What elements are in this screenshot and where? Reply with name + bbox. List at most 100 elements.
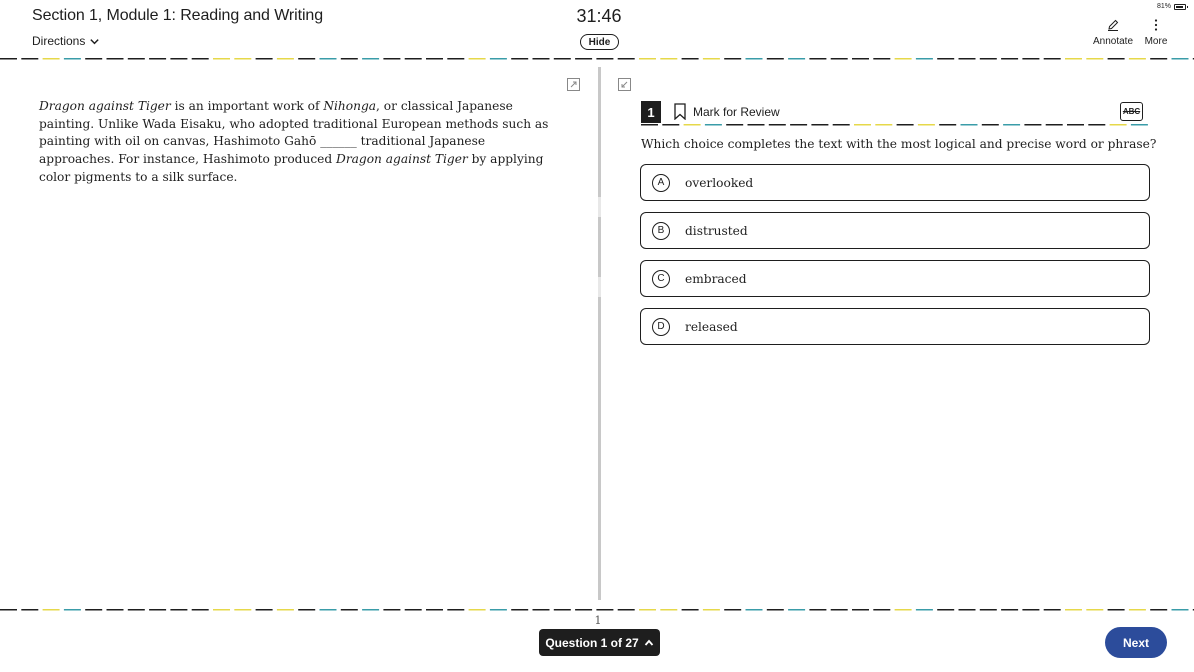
dash-segment: [426, 58, 443, 60]
battery-percent: 81%: [1156, 3, 1171, 10]
question-number: 1: [641, 101, 661, 123]
dash-segment: [191, 609, 209, 611]
dash-segment: [939, 124, 957, 126]
dash-segment: [127, 58, 145, 60]
answer-choice-c[interactable]: C embraced: [640, 260, 1150, 297]
choice-text: distrusted: [685, 223, 748, 238]
dash-segment: [1086, 609, 1104, 611]
dash-segment: [426, 609, 443, 611]
dash-segment: [63, 609, 81, 611]
directions-label: Directions: [32, 34, 86, 48]
dash-segment: [917, 124, 935, 126]
dash-segment: [191, 58, 209, 60]
mark-for-review-button[interactable]: Mark for Review: [673, 103, 780, 120]
dash-segment: [0, 58, 17, 60]
dash-segment: [489, 609, 507, 611]
next-button[interactable]: Next: [1105, 627, 1167, 658]
chevron-up-icon: [644, 639, 653, 646]
dash-segment: [383, 58, 401, 60]
choice-text: released: [685, 319, 738, 334]
dash-segment: [362, 58, 380, 60]
dash-segment: [532, 58, 550, 60]
dash-segment: [1001, 609, 1019, 611]
dash-segment: [85, 58, 103, 60]
choice-letter: C: [652, 269, 670, 288]
dash-segment: [875, 124, 893, 126]
dash-segment: [340, 58, 358, 60]
dash-segment: [149, 609, 167, 611]
dash-segment: [319, 58, 337, 60]
bookmark-icon: [674, 103, 686, 120]
dash-segment: [617, 58, 635, 60]
dash-segment: [596, 609, 614, 611]
dash-segment: [724, 58, 742, 60]
dash-segment: [1171, 58, 1189, 60]
pane-resize-divider[interactable]: [598, 67, 601, 600]
exam-header: Section 1, Module 1: Reading and Writing…: [0, 0, 1194, 60]
dash-segment: [404, 58, 422, 60]
dash-segment: [704, 124, 722, 126]
dash-segment: [873, 58, 891, 60]
mark-for-review-label: Mark for Review: [693, 104, 780, 119]
dash-segment: [447, 58, 465, 60]
dash-segment: [702, 58, 720, 60]
dash-segment: [213, 609, 230, 611]
dash-segment: [809, 58, 827, 60]
answer-choice-d[interactable]: D released: [640, 308, 1150, 345]
dash-segment: [213, 58, 230, 60]
dash-segment: [106, 609, 124, 611]
answer-choice-a[interactable]: A overlooked: [640, 164, 1150, 201]
dash-segment: [702, 609, 720, 611]
question-prompt: Which choice completes the text with the…: [641, 137, 1157, 151]
dash-segment: [958, 609, 976, 611]
dash-segment: [960, 124, 978, 126]
dash-segment: [937, 58, 955, 60]
dash-segment: [42, 609, 60, 611]
dash-segment: [276, 609, 294, 611]
dash-segment: [404, 609, 422, 611]
dash-segment: [63, 58, 81, 60]
dash-segment: [683, 124, 701, 126]
dash-segment: [726, 124, 744, 126]
battery-icon: [1174, 3, 1188, 10]
hide-timer-button[interactable]: Hide: [580, 34, 619, 50]
dash-segment: [468, 609, 486, 611]
dash-segment: [981, 124, 999, 126]
kebab-icon: [1154, 19, 1158, 31]
dash-segment: [1045, 124, 1063, 126]
pencil-icon: [1108, 19, 1119, 31]
dash-segment: [170, 609, 188, 611]
dash-segment: [1128, 609, 1146, 611]
divider-grip: [598, 197, 601, 217]
work-title: Dragon against Tiger: [39, 99, 171, 113]
dash-segment: [1107, 609, 1125, 611]
dash-segment: [830, 58, 848, 60]
dash-segment: [1086, 58, 1104, 60]
dash-segment: [575, 609, 593, 611]
expand-icon[interactable]: [567, 78, 580, 91]
dash-segment: [255, 58, 273, 60]
dash-segment: [1150, 58, 1168, 60]
dash-segment: [298, 58, 316, 60]
dash-segment: [979, 609, 997, 611]
dash-segment: [1022, 58, 1040, 60]
more-button[interactable]: More: [1142, 18, 1170, 47]
directions-toggle[interactable]: Directions: [32, 34, 100, 48]
nihonga-term: Nihonga: [323, 99, 377, 113]
answer-choice-b[interactable]: B distrusted: [640, 212, 1150, 249]
countdown-timer: 31:46: [576, 6, 622, 26]
dash-segment: [745, 609, 763, 611]
dash-segment: [362, 609, 380, 611]
choice-letter: B: [652, 221, 670, 240]
dash-segment: [639, 609, 656, 611]
dash-segment: [660, 609, 678, 611]
dash-segment: [639, 58, 656, 60]
answer-eliminator-button[interactable]: ABC: [1120, 102, 1143, 121]
annotate-button[interactable]: Annotate: [1092, 18, 1134, 47]
passage-text: is an important work of: [170, 99, 324, 113]
dash-segment: [681, 609, 699, 611]
dash-segment: [1065, 609, 1082, 611]
dash-segment: [468, 58, 486, 60]
expand-icon[interactable]: [618, 78, 631, 91]
question-navigator-button[interactable]: Question 1 of 27: [539, 629, 660, 656]
